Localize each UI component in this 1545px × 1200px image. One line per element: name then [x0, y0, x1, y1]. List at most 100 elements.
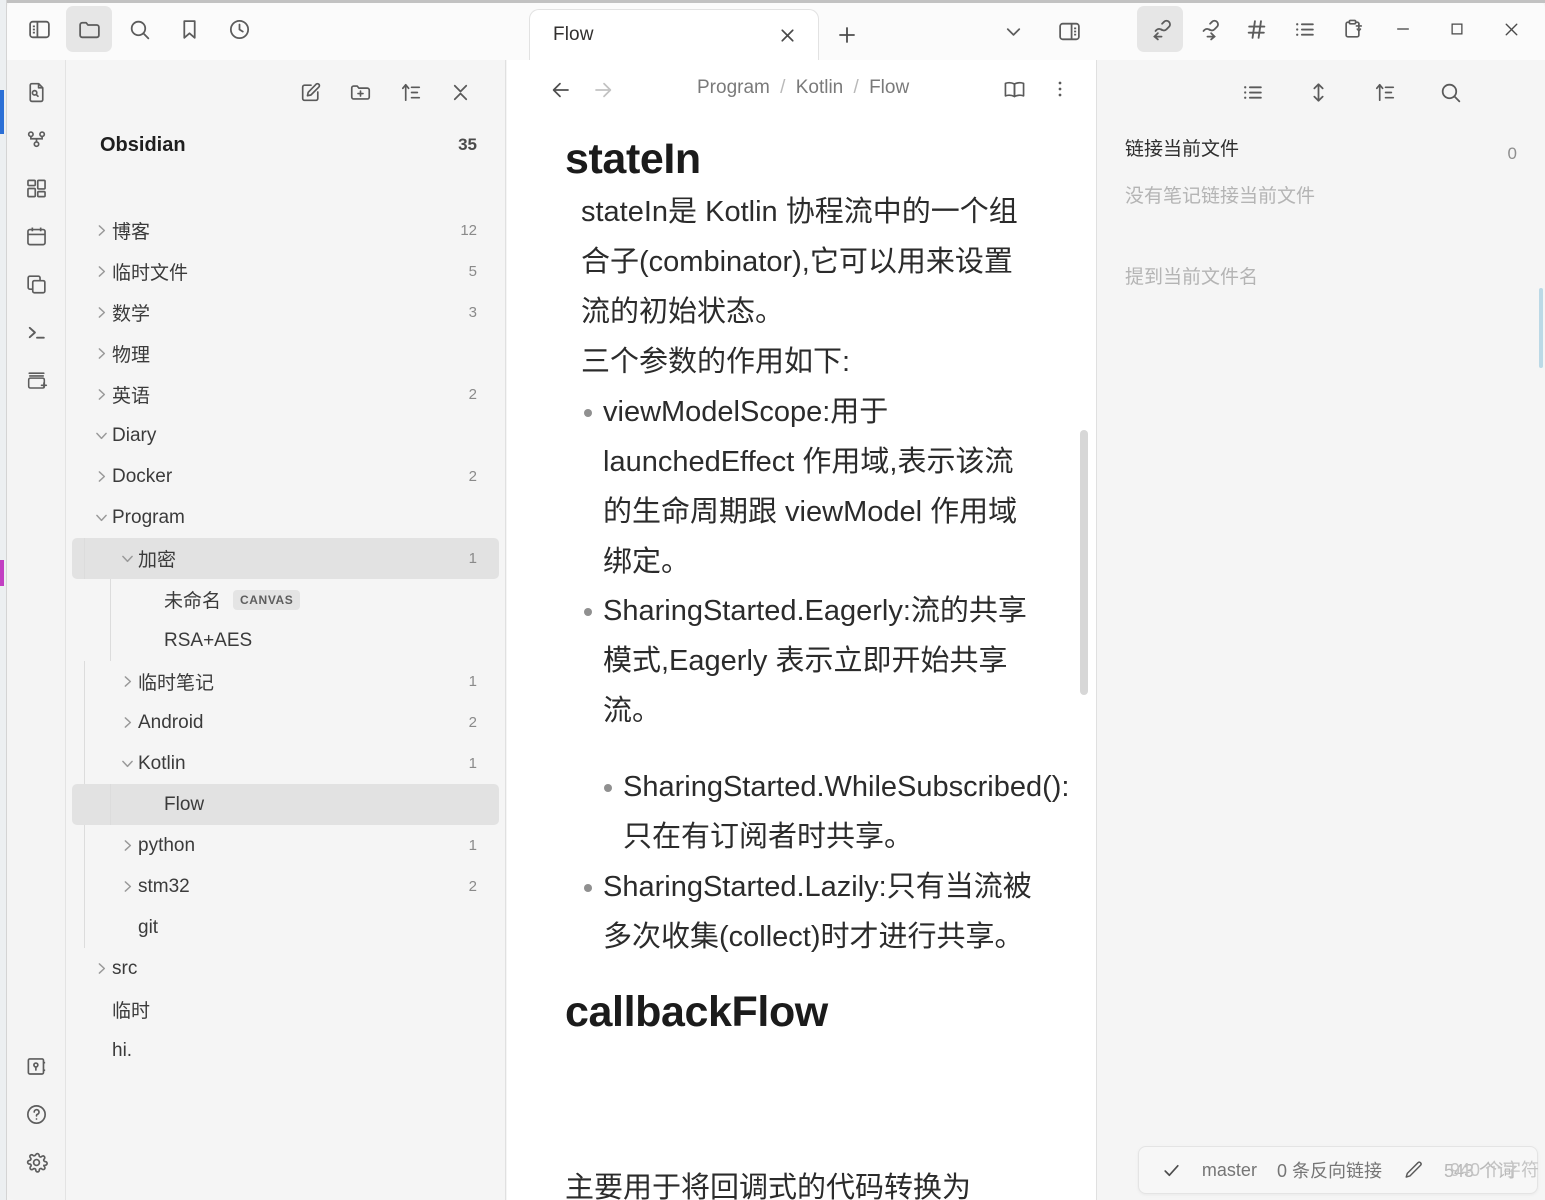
tree-folder-6[interactable]: Docker 2: [72, 456, 499, 497]
daily-note-icon[interactable]: [7, 212, 66, 260]
search-icon[interactable]: [1433, 75, 1467, 109]
settings-icon[interactable]: [7, 1138, 66, 1186]
new-folder-icon[interactable]: [343, 75, 377, 109]
new-tab-button[interactable]: [819, 9, 875, 60]
expand-collapse-icon[interactable]: [1301, 75, 1335, 109]
tree-file-9[interactable]: 未命名 CANVAS: [72, 579, 499, 620]
sort-icon[interactable]: [1367, 75, 1401, 109]
templates-icon[interactable]: [7, 260, 66, 308]
tree-folder-12[interactable]: Android 2: [72, 702, 499, 743]
breadcrumb-item-1[interactable]: Kotlin: [796, 77, 844, 98]
linked-mentions-title[interactable]: 链接当前文件: [1125, 134, 1517, 161]
tree-file-10[interactable]: RSA+AES: [72, 620, 499, 661]
backlinks-icon[interactable]: [1137, 6, 1183, 52]
chevron-right-icon[interactable]: [90, 261, 112, 283]
clipboard-icon[interactable]: [1329, 6, 1375, 52]
tab-flow[interactable]: Flow: [529, 9, 819, 60]
nav-forward-icon[interactable]: [587, 74, 619, 106]
backlink-count-label: 0 条反向链接: [1276, 1161, 1382, 1181]
chevron-right-icon[interactable]: [116, 835, 138, 857]
bookmark-icon[interactable]: [166, 6, 212, 52]
status-bar: master 0 条反向链接 543 个词 940 个字符: [1137, 1146, 1539, 1194]
tree-file-20[interactable]: hi.: [72, 1030, 499, 1071]
git-branch-status[interactable]: master: [1202, 1160, 1257, 1181]
breadcrumb-item-0[interactable]: Program: [697, 77, 770, 98]
clock-icon[interactable]: [216, 6, 262, 52]
bullet-list-nested: SharingStarted.WhileSubscribed():只在有订阅者时…: [565, 763, 1069, 963]
chevron-down-icon[interactable]: [90, 507, 112, 529]
vault-header[interactable]: Obsidian 35: [66, 124, 505, 166]
right-sidebar-scrollbar[interactable]: [1539, 288, 1543, 368]
tree-file-14[interactable]: Flow: [72, 784, 499, 825]
chevron-right-icon[interactable]: [90, 343, 112, 365]
toggle-right-sidebar-icon[interactable]: [1048, 10, 1090, 52]
new-note-icon[interactable]: [7, 356, 66, 404]
content-spacer-2: [565, 963, 1038, 989]
terminal-icon[interactable]: [7, 308, 66, 356]
chevron-down-icon[interactable]: [116, 548, 138, 570]
tree-folder-5[interactable]: Diary: [72, 415, 499, 456]
chevron-right-icon[interactable]: [90, 384, 112, 406]
chevron-right-icon[interactable]: [90, 302, 112, 324]
chevron-down-icon[interactable]: [90, 425, 112, 447]
outgoing-links-icon[interactable]: [1185, 6, 1231, 52]
unlinked-mentions-title[interactable]: 提到当前文件名: [1125, 262, 1517, 289]
word-count-status[interactable]: 543 个词 940 个字符: [1444, 1157, 1539, 1183]
outline-icon[interactable]: [1281, 6, 1327, 52]
tree-folder-13[interactable]: Kotlin 1: [72, 743, 499, 784]
tree-item-label: Docker: [112, 465, 173, 487]
tree-folder-8[interactable]: 加密 1: [72, 538, 499, 579]
paragraph-callbackflow-tail: 主要用于将回调式的代码转换为: [565, 1172, 972, 1200]
folder-icon[interactable]: [66, 6, 112, 52]
tags-icon[interactable]: [1233, 6, 1279, 52]
maximize-button[interactable]: [1431, 6, 1483, 52]
right-sidebar-toolbar: [1097, 60, 1545, 124]
chevron-right-icon[interactable]: [90, 466, 112, 488]
chevron-right-icon[interactable]: [116, 671, 138, 693]
sync-status[interactable]: [1161, 1160, 1182, 1181]
tree-folder-15[interactable]: python 1: [72, 825, 499, 866]
tree-indent-guide: [84, 825, 85, 866]
tree-folder-1[interactable]: 临时文件 5: [72, 251, 499, 292]
breadcrumb-item-2[interactable]: Flow: [869, 77, 909, 98]
search-icon[interactable]: [116, 6, 162, 52]
list-icon[interactable]: [1235, 75, 1269, 109]
vault-icon[interactable]: [7, 1042, 66, 1090]
chevron-right-icon[interactable]: [90, 958, 112, 980]
nav-back-icon[interactable]: [545, 74, 577, 106]
minimize-button[interactable]: [1377, 6, 1429, 52]
tree-folder-11[interactable]: 临时笔记 1: [72, 661, 499, 702]
tree-folder-4[interactable]: 英语 2: [72, 374, 499, 415]
more-vertical-icon[interactable]: [1044, 73, 1076, 105]
document-content[interactable]: stateIn stateIn是 Kotlin 协程流中的一个组合子(combi…: [507, 118, 1096, 1200]
tree-folder-16[interactable]: stm32 2: [72, 866, 499, 907]
tree-folder-3[interactable]: 物理: [72, 333, 499, 374]
tree-file-19[interactable]: 临时: [72, 989, 499, 1030]
chevron-down-icon[interactable]: [116, 753, 138, 775]
chevron-down-icon[interactable]: [992, 10, 1034, 52]
tab-close-icon[interactable]: [774, 22, 800, 48]
tree-folder-0[interactable]: 博客 12: [72, 210, 499, 251]
collapse-all-icon[interactable]: [443, 75, 477, 109]
quick-switcher-icon[interactable]: [7, 68, 66, 116]
tree-file-17[interactable]: git: [72, 907, 499, 948]
chevron-right-icon[interactable]: [116, 712, 138, 734]
sort-icon[interactable]: [393, 75, 427, 109]
tree-indent-guide: [84, 702, 85, 743]
canvas-icon[interactable]: [7, 164, 66, 212]
tree-folder-18[interactable]: src: [72, 948, 499, 989]
tree-indent-guide: [110, 620, 111, 661]
toggle-left-sidebar-icon[interactable]: [16, 6, 62, 52]
chevron-right-icon[interactable]: [90, 220, 112, 242]
tree-folder-7[interactable]: Program: [72, 497, 499, 538]
edit-mode-status[interactable]: [1402, 1159, 1424, 1181]
tree-folder-2[interactable]: 数学 3: [72, 292, 499, 333]
help-icon[interactable]: [7, 1090, 66, 1138]
new-note-icon[interactable]: [293, 75, 327, 109]
editor-scrollbar[interactable]: [1080, 430, 1088, 695]
backlink-count-status[interactable]: 0 条反向链接: [1277, 1157, 1382, 1183]
close-button[interactable]: [1485, 6, 1537, 52]
chevron-right-icon[interactable]: [116, 876, 138, 898]
book-icon[interactable]: [998, 73, 1030, 105]
graph-view-icon[interactable]: [7, 116, 66, 164]
